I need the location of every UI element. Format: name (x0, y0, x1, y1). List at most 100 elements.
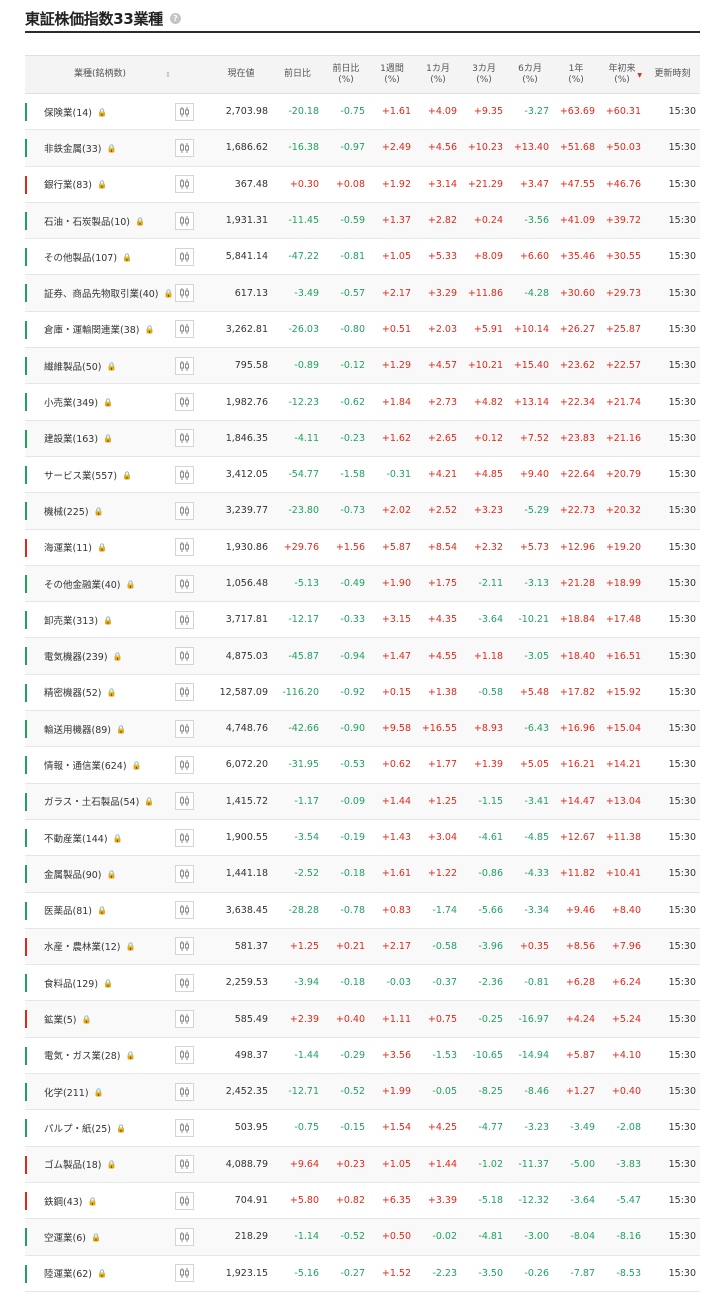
candlestick-chart-icon[interactable] (175, 719, 194, 738)
col-header-time[interactable]: 更新時刻 (645, 55, 700, 94)
col-header-change-pct[interactable]: 前日比 (%) (323, 55, 369, 94)
sector-name[interactable]: 石油・石炭製品(10) (44, 217, 130, 228)
question-circle-icon[interactable]: ? (170, 13, 181, 24)
sector-name[interactable]: 海運業(11) (44, 543, 92, 554)
sector-name[interactable]: 銀行業(83) (44, 180, 92, 191)
sector-name-cell[interactable]: 食料品(129) 🔒 (25, 965, 175, 1001)
table-row[interactable]: 小売業(349) 🔒 1,982.76 -12.23 -0.62 +1.84 +2.73 +4… (25, 384, 700, 421)
sector-name-cell[interactable]: その他金融業(40) 🔒 (25, 565, 175, 601)
sector-name-cell[interactable]: 石油・石炭製品(10) 🔒 (25, 202, 175, 238)
sector-name-cell[interactable]: 医薬品(81) 🔒 (25, 892, 175, 928)
sector-name[interactable]: 鉄鋼(43) (44, 1197, 83, 1208)
candlestick-chart-icon[interactable] (175, 973, 194, 992)
sector-name[interactable]: 建設業(163) (44, 434, 98, 445)
sector-name[interactable]: 電気・ガス業(28) (44, 1051, 121, 1062)
sector-name[interactable]: 不動産業(144) (44, 834, 108, 845)
sector-name[interactable]: 証券、商品先物取引業(40) (44, 289, 159, 300)
sector-name-cell[interactable]: サービス業(557) 🔒 (25, 456, 175, 492)
sector-name-cell[interactable]: 不動産業(144) 🔒 (25, 819, 175, 855)
sector-name-cell[interactable]: 金属製品(90) 🔒 (25, 856, 175, 892)
sector-name-cell[interactable]: ゴム製品(18) 🔒 (25, 1146, 175, 1182)
sector-name-cell[interactable]: 鉱業(5) 🔒 (25, 1001, 175, 1037)
sector-name[interactable]: ガラス・土石製品(54) (44, 797, 139, 808)
sector-name[interactable]: 鉱業(5) (44, 1015, 76, 1026)
sector-name[interactable]: 卸売業(313) (44, 616, 98, 627)
table-row[interactable]: 電気・ガス業(28) 🔒 498.37 -1.44 -0.29 +3.56 -1.53 -10… (25, 1037, 700, 1074)
col-header-3m[interactable]: 3カ月 (%) (461, 55, 507, 94)
candlestick-chart-icon[interactable] (175, 1046, 194, 1065)
sector-name[interactable]: 精密機器(52) (44, 688, 102, 699)
candlestick-chart-icon[interactable] (175, 429, 194, 448)
sector-name-cell[interactable]: その他製品(107) 🔒 (25, 239, 175, 275)
col-header-1w[interactable]: 1週間 (%) (369, 55, 415, 94)
sector-name[interactable]: 輸送用機器(89) (44, 725, 111, 736)
table-row[interactable]: 証券、商品先物取引業(40) 🔒 617.13 -3.49 -0.57 +2.17 +3.2… (25, 274, 700, 312)
table-row[interactable]: 銀行業(83) 🔒 367.48 +0.30 +0.08 +1.92 +3.14 +21.29… (25, 166, 700, 203)
table-row[interactable]: 情報・通信業(624) 🔒 6,072.20 -31.95 -0.53 +0.62 +1.7… (25, 747, 700, 784)
sector-name[interactable]: その他製品(107) (44, 253, 117, 264)
table-row[interactable]: 鉱業(5) 🔒 585.49 +2.39 +0.40 +1.11 +0.75 -0.25 -16… (25, 1000, 700, 1038)
table-row[interactable]: 陸運業(62) 🔒 1,923.15 -5.16 -0.27 +1.52 -2.23 -3.5… (25, 1255, 700, 1292)
candlestick-chart-icon[interactable] (175, 501, 194, 520)
candlestick-chart-icon[interactable] (175, 175, 194, 194)
table-row[interactable]: 卸売業(313) 🔒 3,717.81 -12.17 -0.33 +3.15 +4.35 -3… (25, 602, 700, 638)
sector-name-cell[interactable]: 繊維製品(50) 🔒 (25, 348, 175, 384)
table-row[interactable]: 水産・農林業(12) 🔒 581.37 +1.25 +0.21 +2.17 -0.58 -3.… (25, 928, 700, 965)
candlestick-chart-icon[interactable] (175, 683, 194, 702)
col-header-ytd[interactable]: 年初来 (%) ▼ (599, 55, 645, 94)
sector-name[interactable]: 水産・農林業(12) (44, 942, 121, 953)
candlestick-chart-icon[interactable] (175, 937, 194, 956)
candlestick-chart-icon[interactable] (175, 1010, 194, 1029)
sector-name-cell[interactable]: 小売業(349) 🔒 (25, 384, 175, 420)
sector-name[interactable]: 空運業(6) (44, 1233, 86, 1244)
candlestick-chart-icon[interactable] (175, 211, 194, 230)
table-row[interactable]: 倉庫・運輸関連業(38) 🔒 3,262.81 -26.03 -0.80 +0.51 +2.… (25, 311, 700, 348)
sector-name-cell[interactable]: 建設業(163) 🔒 (25, 420, 175, 456)
sector-name-cell[interactable]: 電気機器(239) 🔒 (25, 638, 175, 674)
col-header-6m[interactable]: 6カ月 (%) (507, 55, 553, 94)
sector-name-cell[interactable]: 陸運業(62) 🔒 (25, 1255, 175, 1291)
candlestick-chart-icon[interactable] (175, 247, 194, 266)
candlestick-chart-icon[interactable] (175, 901, 194, 920)
sector-name-cell[interactable]: 卸売業(313) 🔒 (25, 602, 175, 638)
sector-name[interactable]: 繊維製品(50) (44, 362, 102, 373)
table-row[interactable]: 金属製品(90) 🔒 1,441.18 -2.52 -0.18 +1.61 +1.22 -0.… (25, 855, 700, 893)
candlestick-chart-icon[interactable] (175, 356, 194, 375)
sector-name[interactable]: 倉庫・運輸関連業(38) (44, 325, 140, 336)
sector-name-cell[interactable]: 証券、商品先物取引業(40) 🔒 (25, 275, 175, 311)
candlestick-chart-icon[interactable] (175, 393, 194, 412)
table-row[interactable]: 不動産業(144) 🔒 1,900.55 -3.54 -0.19 +1.43 +3.04 -4… (25, 819, 700, 856)
col-header-change[interactable]: 前日比 (272, 55, 323, 94)
sector-name[interactable]: 陸運業(62) (44, 1269, 92, 1280)
sector-name-cell[interactable]: ガラス・土石製品(54) 🔒 (25, 783, 175, 819)
col-header-1m[interactable]: 1カ月 (%) (415, 55, 461, 94)
candlestick-chart-icon[interactable] (175, 792, 194, 811)
candlestick-chart-icon[interactable] (175, 864, 194, 883)
table-row[interactable]: 医薬品(81) 🔒 3,638.45 -28.28 -0.78 +0.83 -1.74 -5.… (25, 892, 700, 929)
table-row[interactable]: サービス業(557) 🔒 3,412.05 -54.77 -1.58 -0.31 +4.21… (25, 456, 700, 493)
sector-name[interactable]: ゴム製品(18) (44, 1160, 102, 1171)
sector-name-cell[interactable]: 水産・農林業(12) 🔒 (25, 928, 175, 964)
candlestick-chart-icon[interactable] (175, 1118, 194, 1137)
sector-name-cell[interactable]: 化学(211) 🔒 (25, 1074, 175, 1110)
table-row[interactable]: 食料品(129) 🔒 2,259.53 -3.94 -0.18 -0.03 -0.37 -2.… (25, 965, 700, 1001)
sector-name[interactable]: 電気機器(239) (44, 652, 108, 663)
sector-name[interactable]: 食料品(129) (44, 979, 98, 990)
candlestick-chart-icon[interactable] (175, 1082, 194, 1101)
table-row[interactable]: 非鉄金属(33) 🔒 1,686.62 -16.38 -0.97 +2.49 +4.56 +1… (25, 129, 700, 167)
col-header-1y[interactable]: 1年 (%) (553, 55, 599, 94)
table-row[interactable]: 鉄鋼(43) 🔒 704.91 +5.80 +0.82 +6.35 +3.39 -5.18 -1… (25, 1182, 700, 1219)
candlestick-chart-icon[interactable] (175, 574, 194, 593)
table-row[interactable]: 化学(211) 🔒 2,452.35 -12.71 -0.52 +1.99 -0.05 -8.… (25, 1073, 700, 1110)
table-row[interactable]: その他製品(107) 🔒 5,841.14 -47.22 -0.81 +1.05 +5.33… (25, 239, 700, 275)
table-row[interactable]: パルプ・紙(25) 🔒 503.95 -0.75 -0.15 +1.54 +4.25 -4.7… (25, 1110, 700, 1147)
sector-name[interactable]: 小売業(349) (44, 398, 98, 409)
sector-name[interactable]: サービス業(557) (44, 471, 117, 482)
sector-name-cell[interactable]: 保険業(14) 🔒 (25, 94, 175, 130)
sector-name[interactable]: パルプ・紙(25) (44, 1124, 111, 1135)
sector-name-cell[interactable]: 空運業(6) 🔒 (25, 1219, 175, 1255)
candlestick-chart-icon[interactable] (175, 647, 194, 666)
col-header-price[interactable]: 現在値 (210, 55, 272, 94)
table-row[interactable]: 海運業(11) 🔒 1,930.86 +29.76 +1.56 +5.87 +8.54 +2.… (25, 529, 700, 566)
candlestick-chart-icon[interactable] (175, 755, 194, 774)
